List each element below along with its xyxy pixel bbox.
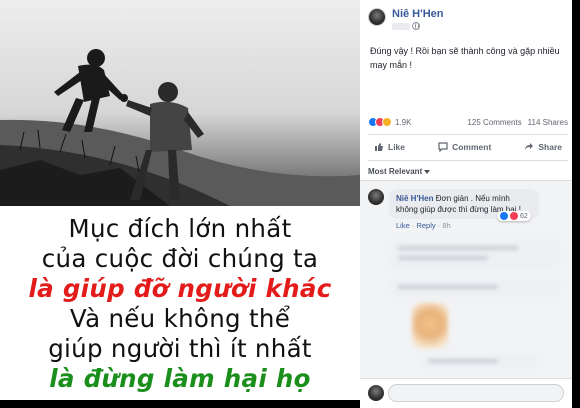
- comment-button[interactable]: Comment: [432, 142, 497, 152]
- quote-line-highlight-red: là giúp đỡ người khác: [28, 274, 332, 303]
- author-name[interactable]: Niê H'Hen: [392, 8, 444, 20]
- comment-avatar[interactable]: [368, 189, 384, 205]
- blurred-sticker: [412, 303, 448, 349]
- post-image[interactable]: Mục đích lớn nhất của cuộc đời chúng ta …: [0, 0, 360, 400]
- composer-avatar: [368, 385, 384, 401]
- comment-icon: [438, 142, 448, 152]
- haha-reaction-icon: [382, 117, 392, 127]
- post-header: Niê H'Hen: [368, 8, 444, 30]
- quote-line: Và nếu không thể: [69, 304, 291, 333]
- comment-input[interactable]: [388, 384, 564, 402]
- share-button[interactable]: Share: [518, 142, 568, 152]
- comment-reply-link[interactable]: Reply: [416, 221, 435, 230]
- quote-line: giúp người thì ít nhất: [48, 334, 312, 363]
- blurred-reply: [390, 277, 560, 297]
- like-button[interactable]: Like: [368, 142, 411, 152]
- action-bar: Like Comment Share: [368, 138, 568, 156]
- helping-hand-photo: [0, 0, 360, 206]
- like-reaction-icon: [500, 212, 508, 220]
- comment-time: 8h: [442, 221, 451, 230]
- sort-label: Most Relevant: [368, 167, 423, 176]
- post-panel: Niê H'Hen Đúng vậy ! Rồi bạn sẽ thành cô…: [360, 0, 572, 408]
- divider: [368, 160, 568, 161]
- caret-down-icon: [424, 169, 431, 174]
- comment-author[interactable]: Niê H'Hen: [396, 194, 433, 203]
- comment-reactions[interactable]: 62: [497, 211, 531, 221]
- thumbs-up-icon: [375, 143, 383, 151]
- reaction-count[interactable]: 1.9K: [395, 118, 411, 127]
- quote-text-block: Mục đích lớn nhất của cuộc đời chúng ta …: [0, 206, 360, 400]
- blurred-reply: [390, 239, 560, 271]
- love-reaction-icon: [510, 212, 518, 220]
- globe-icon: [412, 22, 420, 30]
- reaction-icons[interactable]: [368, 117, 392, 127]
- comment-composer: [360, 378, 572, 408]
- share-icon: [525, 143, 534, 150]
- post-meta: [392, 22, 444, 30]
- window-edge: [572, 0, 580, 408]
- reaction-stats: 1.9K 125 Comments 114 Shares: [368, 116, 568, 128]
- shares-count[interactable]: 114 Shares: [528, 118, 568, 127]
- avatar[interactable]: [368, 8, 386, 26]
- comment-like-link[interactable]: Like: [396, 221, 410, 230]
- comment-actions: Like · Reply · 8h: [396, 221, 451, 230]
- like-label: Like: [388, 142, 406, 152]
- post-caption: Đúng vậy ! Rồi bạn sẽ thành công và gặp …: [370, 46, 560, 70]
- quote-line: Mục đích lớn nhất: [68, 214, 292, 243]
- comment-reaction-count: 62: [520, 212, 528, 220]
- comments-count[interactable]: 125 Comments: [467, 118, 521, 127]
- comment-sort-dropdown[interactable]: Most Relevant: [368, 167, 431, 176]
- quote-line: của cuộc đời chúng ta: [41, 244, 319, 273]
- screen: Mục đích lớn nhất của cuộc đời chúng ta …: [0, 0, 580, 408]
- comments-list: Niê H'Hen Đơn giản . Nếu mình không giúp…: [360, 180, 572, 378]
- share-label: Share: [538, 142, 562, 152]
- comment-label: Comment: [452, 142, 492, 152]
- divider: [368, 134, 568, 135]
- blurred-reply: [420, 353, 540, 369]
- quote-line-highlight-green: là đừng làm hại họ: [49, 364, 311, 393]
- timestamp-blurred[interactable]: [392, 22, 410, 30]
